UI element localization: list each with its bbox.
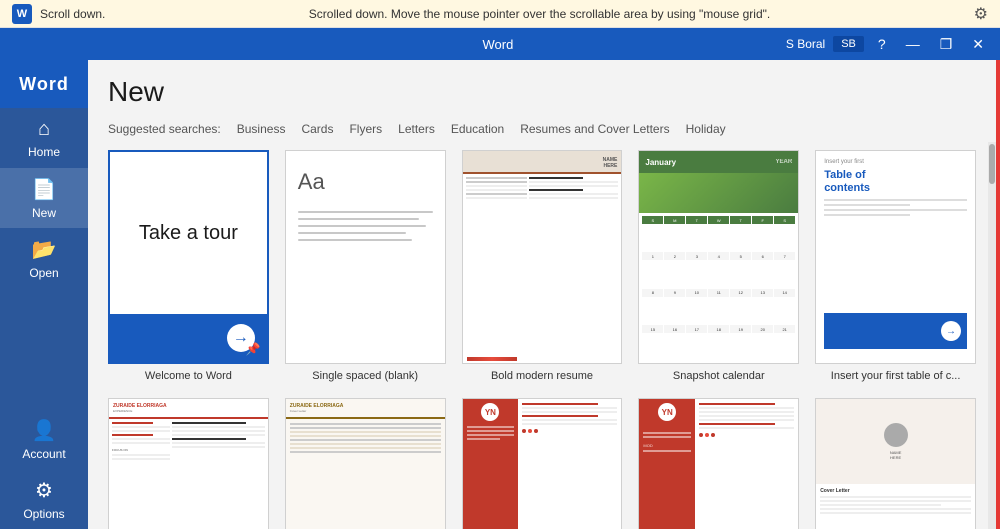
sidebar-new-label: New — [32, 206, 56, 220]
template-thumb-calendar: January YEAR S M T W T F S — [638, 150, 799, 364]
template-thumb-blank: Aa — [285, 150, 446, 364]
template-thumb-tour: Take a tour → 📌 — [108, 150, 269, 364]
scrollbar-thumb[interactable] — [989, 144, 995, 184]
main-layout: Word ⌂ Home 📄 New 📂 Open 👤 Account ⚙ Opt… — [0, 60, 1000, 529]
app-title: Word — [483, 37, 514, 52]
tour-bottom: → — [110, 314, 267, 362]
template-card-bold-cover[interactable]: NAMEHERE Cover Letter — [815, 398, 976, 529]
filter-business[interactable]: Business — [237, 120, 286, 138]
filter-letters[interactable]: Letters — [398, 120, 435, 138]
sidebar-home-label: Home — [28, 145, 60, 159]
pin-icon: 📌 — [246, 342, 261, 356]
sidebar-item-new[interactable]: 📄 New — [0, 168, 88, 228]
content-header: New — [88, 60, 996, 116]
filter-cards[interactable]: Cards — [301, 120, 333, 138]
template-grid-container[interactable]: Take a tour → 📌 Welcome to Word — [88, 142, 996, 529]
template-thumb-polished-resume: YN — [462, 398, 623, 529]
user-name: S Boral — [786, 37, 825, 51]
sidebar-open-label: Open — [29, 266, 58, 280]
filter-education[interactable]: Education — [451, 120, 504, 138]
filter-resumes[interactable]: Resumes and Cover Letters — [520, 120, 669, 138]
template-thumb-bold-cover: NAMEHERE Cover Letter — [815, 398, 976, 529]
sidebar-options-label: Options — [23, 507, 64, 521]
template-card-blank[interactable]: Aa Single spaced (blank) — [285, 150, 446, 382]
scrollbar-track[interactable] — [988, 142, 996, 529]
notif-left: W Scroll down. — [12, 4, 105, 24]
notification-bar: W Scroll down. Scrolled down. Move the m… — [0, 0, 1000, 28]
title-controls: S Boral SB ? — ❐ ✕ — [786, 36, 990, 53]
right-edge-bar — [996, 60, 1000, 529]
template-card-polished-resume[interactable]: YN — [462, 398, 623, 529]
scroll-label: Scroll down. — [40, 7, 105, 21]
template-card-mc1[interactable]: ZURAIDE ELORRIAGA EXPERIENCE — [108, 398, 269, 529]
template-thumb-resume: NAMEHERE — [462, 150, 623, 364]
template-card-polished-cover[interactable]: YN MOD — [638, 398, 799, 529]
template-card-toc[interactable]: Insert your first Table ofcontents → — [815, 150, 976, 382]
home-icon: ⌂ — [38, 118, 50, 141]
template-grid: Take a tour → 📌 Welcome to Word — [108, 150, 976, 529]
tour-top: Take a tour — [110, 152, 267, 314]
template-name-resume: Bold modern resume — [462, 370, 623, 382]
filter-suggested: Suggested searches: — [108, 120, 221, 138]
options-icon: ⚙ — [35, 478, 53, 503]
sidebar-item-home[interactable]: ⌂ Home — [0, 108, 88, 168]
sidebar-item-account[interactable]: 👤 Account — [0, 409, 88, 469]
template-card-resume[interactable]: NAMEHERE — [462, 150, 623, 382]
restore-button[interactable]: ❐ — [934, 36, 959, 53]
filter-holiday[interactable]: Holiday — [686, 120, 726, 138]
template-thumb-polished-cover: YN MOD — [638, 398, 799, 529]
content-area: New Suggested searches: Business Cards F… — [88, 60, 996, 529]
page-title: New — [108, 76, 976, 108]
filter-bar: Suggested searches: Business Cards Flyer… — [88, 116, 996, 142]
help-button[interactable]: ? — [872, 36, 892, 52]
template-thumb-toc: Insert your first Table ofcontents → — [815, 150, 976, 364]
template-card-mc2[interactable]: ZURAIDE ELORRIAGA Cover Letter — [285, 398, 446, 529]
gear-icon[interactable]: ⚙ — [974, 4, 988, 24]
template-name-toc: Insert your first table of c... — [815, 370, 976, 382]
title-bar: Word S Boral SB ? — ❐ ✕ — [0, 28, 1000, 60]
blank-aa: Aa — [298, 163, 433, 195]
template-thumb-mc2: ZURAIDE ELORRIAGA Cover Letter — [285, 398, 446, 529]
template-thumb-mc1: ZURAIDE ELORRIAGA EXPERIENCE — [108, 398, 269, 529]
close-button[interactable]: ✕ — [966, 36, 990, 53]
template-card-calendar[interactable]: January YEAR S M T W T F S — [638, 150, 799, 382]
filter-flyers[interactable]: Flyers — [349, 120, 382, 138]
sidebar-item-open[interactable]: 📂 Open — [0, 228, 88, 288]
template-name-blank: Single spaced (blank) — [285, 370, 446, 382]
sidebar: Word ⌂ Home 📄 New 📂 Open 👤 Account ⚙ Opt… — [0, 60, 88, 529]
minimize-button[interactable]: — — [900, 36, 926, 52]
open-icon: 📂 — [32, 237, 57, 262]
notification-message: Scrolled down. Move the mouse pointer ov… — [309, 7, 770, 21]
word-icon: W — [12, 4, 32, 24]
toc-arrow: → — [941, 321, 961, 341]
account-icon: 👤 — [32, 418, 57, 443]
sidebar-item-options[interactable]: ⚙ Options — [0, 469, 88, 529]
user-badge[interactable]: SB — [833, 36, 864, 52]
template-name-tour: Welcome to Word — [108, 370, 269, 382]
sidebar-account-label: Account — [22, 447, 65, 461]
new-icon: 📄 — [32, 177, 57, 202]
template-card-tour[interactable]: Take a tour → 📌 Welcome to Word — [108, 150, 269, 382]
sidebar-logo: Word — [0, 60, 88, 108]
template-name-calendar: Snapshot calendar — [638, 370, 799, 382]
